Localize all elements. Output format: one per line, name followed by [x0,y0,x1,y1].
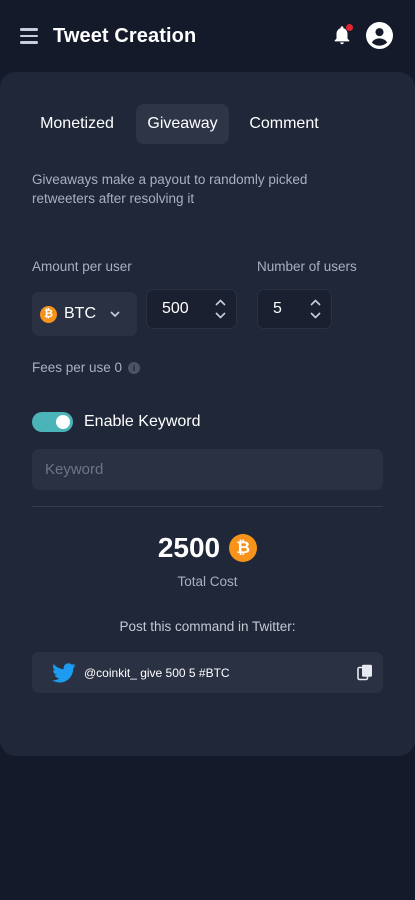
tab-monetized[interactable]: Monetized [28,104,126,144]
enable-keyword-label: Enable Keyword [84,413,201,430]
account-icon[interactable] [366,22,393,49]
total-amount: 2500 [157,532,221,563]
chevron-down-icon [110,310,120,317]
chevron-down-icon[interactable] [310,312,321,319]
info-icon[interactable]: i [128,361,141,374]
total-cost-label: Total Cost [177,574,238,589]
giveaway-description: Giveaways make a payout to randomly pick… [32,172,308,206]
twitter-icon [52,662,76,682]
amount-value: 500 [162,300,189,317]
chevron-down-icon[interactable] [215,312,226,319]
currency-select[interactable]: ₿ BTC [32,292,137,336]
bitcoin-icon: ₿ [229,534,258,562]
copy-icon[interactable] [357,664,373,681]
toggle-knob [56,415,70,429]
enable-keyword-toggle[interactable] [32,412,73,432]
chevron-up-icon[interactable] [310,299,321,306]
divider [32,506,383,507]
twitter-command-box: @coinkit_ give 500 5 #BTC [32,652,383,693]
users-stepper[interactable]: 5 [257,289,332,329]
number-of-users-label: Number of users [257,259,357,274]
tweet-creation-card: Monetized Giveaway Comment Giveaways mak… [0,72,415,756]
command-text: @coinkit_ give 500 5 #BTC [84,665,230,680]
tab-comment[interactable]: Comment [238,104,330,144]
post-command-label: Post this command in Twitter: [119,619,296,634]
tab-giveaway[interactable]: Giveaway [136,104,229,144]
bitcoin-icon: ₿ [40,305,57,323]
amount-per-user-label: Amount per user [32,259,132,274]
page-title: Tweet Creation [53,25,197,47]
currency-label: BTC [64,305,96,322]
fees-row: Fees per use 0 i [32,360,141,375]
total-cost-row: 2500 ₿ [0,532,415,564]
notification-dot [346,24,353,31]
top-bar: Tweet Creation [0,0,415,72]
users-value: 5 [273,300,282,317]
chevron-up-icon[interactable] [215,299,226,306]
bell-icon[interactable] [331,24,353,46]
amount-stepper[interactable]: 500 [146,289,237,329]
keyword-input[interactable] [32,449,383,490]
fees-label: Fees per use 0 [32,360,123,375]
menu-icon[interactable] [20,28,38,44]
